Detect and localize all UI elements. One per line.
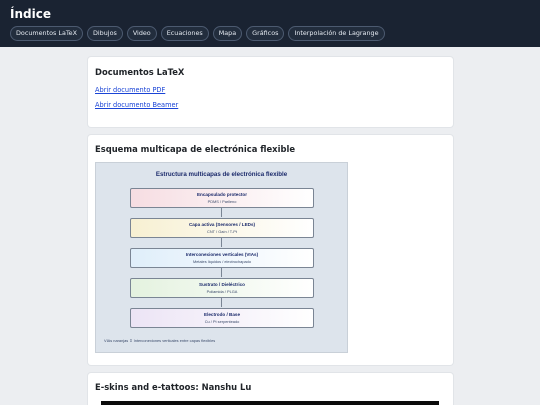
eskins-card: E-skins and e-tattoos: Nanshu Lu: [88, 373, 453, 405]
nav-documentos-latex[interactable]: Documentos LaTeX: [10, 26, 83, 41]
scheme-card-title: Esquema multicapa de electrónica flexibl…: [95, 144, 295, 154]
diagram-note: VIAs naranjas ⇕ Interconexiones vertical…: [104, 338, 216, 343]
nav-graficos[interactable]: Gráficos: [246, 26, 285, 41]
layer-connector: [221, 268, 222, 277]
layer-materials: Poliamida / PLGA: [206, 289, 238, 294]
nav-dibujos[interactable]: Dibujos: [86, 26, 123, 41]
multilayer-diagram: Estructura multicapas de electrónica fle…: [95, 162, 348, 353]
open-beamer-link[interactable]: Abrir documento Beamer: [95, 101, 446, 109]
nav-mapa[interactable]: Mapa: [212, 26, 243, 41]
layer-capa-activa: Capa activa (Sensores / LEDs) CNT / Gaín…: [130, 218, 314, 238]
nav-bar: Documentos LaTeX Dibujos Video Ecuacione…: [10, 26, 530, 41]
layer-name: Capa activa (Sensores / LEDs): [188, 222, 256, 227]
layer-connector: [221, 238, 222, 247]
top-header: Índice Documentos LaTeX Dibujos Video Ec…: [0, 0, 540, 47]
scheme-card: Esquema multicapa de electrónica flexibl…: [88, 135, 453, 365]
diagram-title: Estructura multicapas de electrónica fle…: [155, 171, 288, 178]
layer-encapsulado: Encapsulado protector PDMS / Parileno: [130, 188, 314, 208]
layer-name: Interconexiones verticales (VIAs): [185, 252, 259, 257]
layer-materials: Cu / Pt serpenteado: [204, 319, 240, 324]
nav-ecuaciones[interactable]: Ecuaciones: [160, 26, 209, 41]
layer-name: Sustrato / Dieléctrico: [199, 282, 245, 287]
eskins-card-title: E-skins and e-tattoos: Nanshu Lu: [95, 382, 252, 392]
layer-connector: [221, 208, 222, 217]
layer-interconexiones: Interconexiones verticales (VIAs) Metale…: [130, 248, 314, 268]
layer-connector: [221, 298, 222, 307]
layer-materials: Metales líquidos / electrochapado: [193, 259, 251, 264]
layer-name: Electrodo / Base: [204, 312, 240, 317]
latex-card: Documentos LaTeX Abrir documento PDF Abr…: [88, 57, 453, 127]
layer-electrodo: Electrodo / Base Cu / Pt serpenteado: [130, 308, 314, 328]
nav-video[interactable]: Video: [126, 26, 157, 41]
page-title: Índice: [10, 7, 51, 21]
layer-name: Encapsulado protector: [196, 192, 248, 197]
layer-materials: PDMS / Parileno: [207, 199, 237, 204]
nav-interpolacion-lagrange[interactable]: Interpolación de Lagrange: [288, 26, 385, 41]
video-player[interactable]: [101, 401, 439, 405]
layer-sustrato: Sustrato / Dieléctrico Poliamida / PLGA: [130, 278, 314, 298]
open-pdf-link[interactable]: Abrir documento PDF: [95, 86, 446, 94]
layer-materials: CNT / Gaín / T-Pt: [207, 229, 237, 234]
latex-card-title: Documentos LaTeX: [95, 67, 185, 77]
